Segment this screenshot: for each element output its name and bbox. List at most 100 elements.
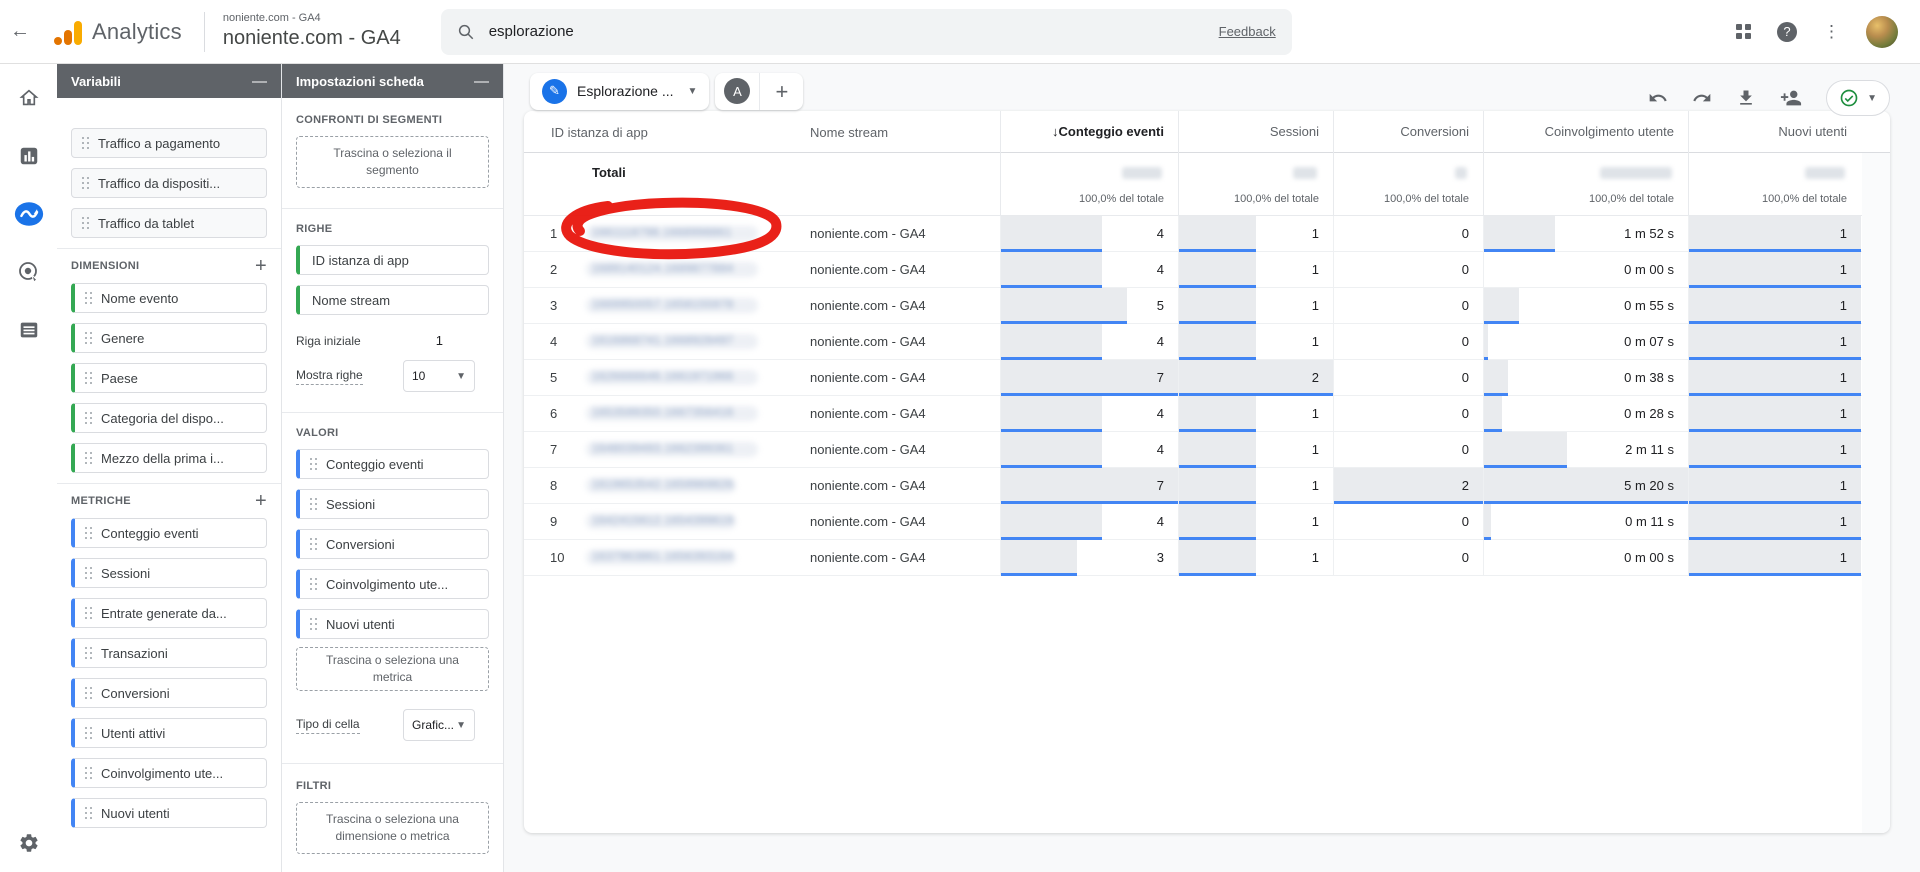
dimension-chip[interactable]: Genere [71, 323, 267, 353]
snapshot-a-button[interactable]: A [715, 78, 759, 104]
drag-handle-icon[interactable] [85, 807, 93, 819]
drag-handle-icon[interactable] [82, 217, 90, 229]
drag-handle-icon[interactable] [85, 292, 93, 304]
download-icon[interactable] [1736, 88, 1756, 108]
add-metric-icon[interactable]: + [255, 494, 267, 508]
segment-chip[interactable]: Traffico a pagamento [71, 128, 267, 158]
chevron-down-icon[interactable]: ▼ [688, 86, 698, 97]
status-dropdown[interactable]: ▼ [1826, 80, 1890, 116]
drag-handle-icon[interactable] [85, 372, 93, 384]
dimension-chip[interactable]: Paese [71, 363, 267, 393]
avatar[interactable] [1866, 16, 1898, 48]
value-metric-chip[interactable]: Conversioni [296, 529, 489, 559]
back-arrow-icon[interactable]: ← [0, 20, 40, 43]
value-bar [1689, 468, 1861, 503]
add-dimension-icon[interactable]: + [255, 259, 267, 273]
metric-chip[interactable]: Conteggio eventi [71, 518, 267, 548]
undo-icon[interactable] [1648, 88, 1668, 108]
drag-handle-icon[interactable] [82, 137, 90, 149]
settings-gear-icon[interactable] [0, 832, 57, 854]
search-bar[interactable]: esplorazione Feedback [441, 9, 1292, 55]
drag-handle-icon[interactable] [82, 177, 90, 189]
nav-explore-icon-active[interactable] [13, 198, 45, 230]
value-bar-underline [1484, 321, 1519, 324]
row-dimension-chip[interactable]: Nome stream [296, 285, 489, 315]
user-engagement-value: 0 m 38 s [1624, 360, 1674, 395]
drag-handle-icon[interactable] [85, 452, 93, 464]
drag-handle-icon[interactable] [85, 412, 93, 424]
drag-handle-icon[interactable] [85, 727, 93, 739]
drag-handle-icon[interactable] [310, 538, 318, 550]
event-count-cell: 4 [1000, 324, 1178, 359]
value-metric-chip[interactable]: Coinvolgimento ute... [296, 569, 489, 599]
feedback-link[interactable]: Feedback [1219, 24, 1276, 39]
metric-chip[interactable]: Sessioni [71, 558, 267, 588]
apps-grid-icon[interactable] [1736, 24, 1751, 39]
header-stream-name[interactable]: Nome stream [810, 125, 1000, 140]
property-selector[interactable]: noniente.com - GA4 noniente.com - GA4 [223, 12, 401, 51]
exploration-tab[interactable]: ✎ Esplorazione ... ▼ [530, 73, 709, 110]
segment-chip[interactable]: Traffico da tablet [71, 208, 267, 238]
metric-chip[interactable]: Conversioni [71, 678, 267, 708]
start-row-input[interactable]: 1 [436, 333, 443, 348]
segment-dropzone[interactable]: Trascina o seleziona il segmento [296, 136, 489, 188]
header-app-instance-id[interactable]: ID istanza di app [524, 125, 810, 140]
redo-icon[interactable] [1692, 88, 1712, 108]
drag-handle-icon[interactable] [85, 332, 93, 344]
dimension-chip[interactable]: Categoria del dispo... [71, 403, 267, 433]
value-bar-underline [1689, 393, 1861, 396]
value-metric-chip[interactable]: Nuovi utenti [296, 609, 489, 639]
metric-dropzone[interactable]: Trascina o seleziona una metrica [296, 647, 489, 691]
metric-chip[interactable]: Utenti attivi [71, 718, 267, 748]
segment-chip[interactable]: Traffico da dispositi... [71, 168, 267, 198]
minimize-icon[interactable]: — [474, 73, 489, 90]
search-input[interactable]: esplorazione [489, 23, 1219, 40]
filter-dropzone[interactable]: Trascina o seleziona una dimensione o me… [296, 802, 489, 854]
drag-handle-icon[interactable] [85, 527, 93, 539]
add-tab-button[interactable]: + [759, 73, 803, 110]
new-users-cell: 1 [1688, 432, 1861, 467]
header-conversions[interactable]: Conversioni [1333, 111, 1483, 153]
metric-chip[interactable]: Nuovi utenti [71, 798, 267, 828]
drag-handle-icon[interactable] [85, 647, 93, 659]
drag-handle-icon[interactable] [85, 687, 93, 699]
header-user-engagement[interactable]: Coinvolgimento utente [1483, 111, 1688, 153]
value-metric-chip[interactable]: Sessioni [296, 489, 489, 519]
row-dimension-chip[interactable]: ID istanza di app [296, 245, 489, 275]
nav-home-icon[interactable] [13, 82, 45, 114]
drag-handle-icon[interactable] [310, 618, 318, 630]
table-scroll-gutter[interactable] [1862, 153, 1890, 833]
help-icon[interactable]: ? [1777, 22, 1797, 42]
drag-handle-icon[interactable] [310, 578, 318, 590]
drag-handle-icon[interactable] [310, 458, 318, 470]
value-bar [1484, 288, 1519, 323]
event-count-value: 7 [1157, 360, 1164, 395]
drag-handle-icon[interactable] [85, 767, 93, 779]
share-add-user-icon[interactable] [1780, 87, 1802, 109]
cell-type-dropdown[interactable]: Grafic... ▼ [403, 709, 475, 741]
header-sessions[interactable]: Sessioni [1178, 111, 1333, 153]
value-metric-chip[interactable]: Conteggio eventi [296, 449, 489, 479]
metric-chip[interactable]: Coinvolgimento ute... [71, 758, 267, 788]
dimension-chip[interactable]: Nome evento [71, 283, 267, 313]
metric-chip[interactable]: Entrate generate da... [71, 598, 267, 628]
drag-handle-icon[interactable] [85, 567, 93, 579]
totals-sessions: 100,0% del totale [1178, 153, 1333, 215]
nav-advertising-icon[interactable] [13, 256, 45, 288]
minimize-icon[interactable]: — [252, 73, 267, 90]
event-count-value: 5 [1157, 288, 1164, 323]
blurred-app-instance-id: 1648039493.1662399361 [586, 442, 758, 457]
value-bar-underline [1179, 429, 1256, 432]
value-bar-underline [1689, 321, 1861, 324]
dimension-chip[interactable]: Mezzo della prima i... [71, 443, 267, 473]
nav-reports-icon[interactable] [13, 140, 45, 172]
drag-handle-icon[interactable] [85, 607, 93, 619]
nav-library-icon[interactable] [13, 314, 45, 346]
header-new-users[interactable]: Nuovi utenti [1688, 111, 1861, 153]
metric-chip[interactable]: Transazioni [71, 638, 267, 668]
header-event-count-sorted[interactable]: ↓Conteggio eventi [1000, 111, 1178, 153]
more-menu-icon[interactable]: ⋮ [1823, 22, 1840, 42]
show-rows-dropdown[interactable]: 10 ▼ [403, 360, 475, 392]
user-engagement-value: 0 m 55 s [1624, 288, 1674, 323]
drag-handle-icon[interactable] [310, 498, 318, 510]
